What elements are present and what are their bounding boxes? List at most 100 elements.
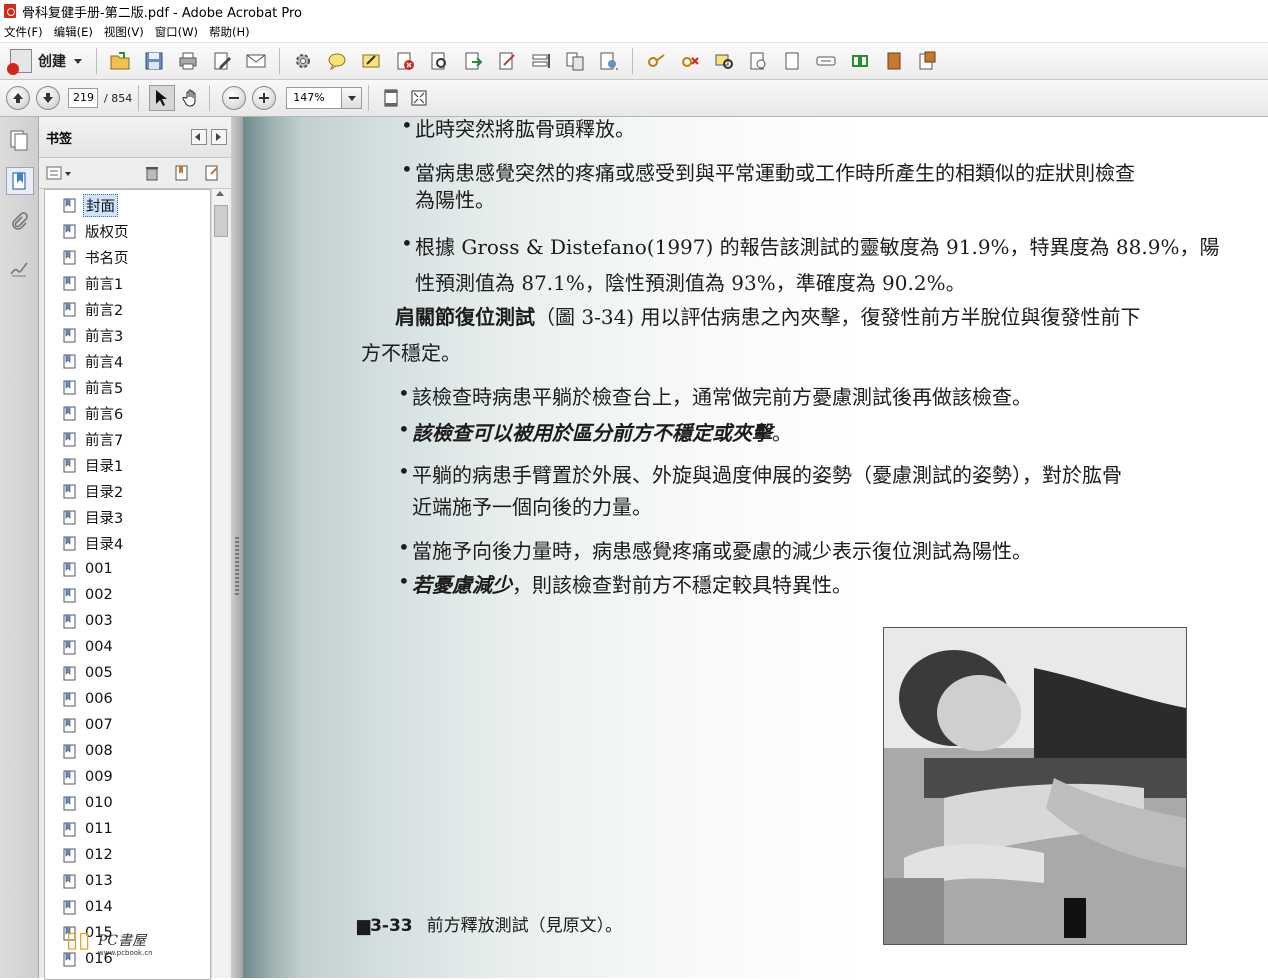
export-button[interactable] <box>459 47 487 75</box>
print-button[interactable] <box>174 47 202 75</box>
bookmark-item[interactable]: 007 <box>63 714 115 736</box>
zoom-input[interactable]: 147% <box>286 87 343 109</box>
bookmark-item[interactable]: 002 <box>63 584 115 606</box>
acrobat-app-icon <box>4 4 16 18</box>
attachments-button[interactable] <box>6 209 32 235</box>
previous-page-button[interactable] <box>6 86 30 110</box>
bookmark-item[interactable]: 前言7 <box>63 428 125 450</box>
settings-button[interactable] <box>289 47 317 75</box>
page-thumbnails-button[interactable] <box>6 127 32 153</box>
bookmark-item[interactable]: 书名页 <box>63 246 131 268</box>
comment-button[interactable] <box>323 47 351 75</box>
fields-button[interactable] <box>812 47 840 75</box>
panel-splitter[interactable] <box>231 117 243 978</box>
bookmark-label: 014 <box>85 899 113 915</box>
menu-file[interactable]: 文件(F) <box>0 24 50 40</box>
collapse-panel-button[interactable] <box>191 129 207 145</box>
figure-caption: ▆3-33 前方釋放測試（見原文）。 <box>357 911 622 936</box>
save-button[interactable] <box>140 47 168 75</box>
bookmark-item[interactable]: 前言1 <box>63 272 125 294</box>
navigation-rail <box>0 117 39 978</box>
redact-button[interactable] <box>710 47 738 75</box>
sign-button[interactable] <box>493 47 521 75</box>
page-number-input[interactable]: 219 <box>68 88 98 108</box>
bookmark-item[interactable]: 目录2 <box>63 480 125 502</box>
doc-line: 當病患感覺突然的疼痛或感受到與平常運動或工作時所產生的相類似的症狀則檢查 <box>401 157 1135 186</box>
delete-bookmark-button[interactable] <box>141 163 163 183</box>
document-view[interactable]: 此時突然將肱骨頭釋放。 當病患感覺突然的疼痛或感受到與平常運動或工作時所產生的相… <box>243 117 1268 978</box>
security-button[interactable] <box>642 47 670 75</box>
bookmark-icon <box>63 276 76 290</box>
bookmark-scrollbar[interactable] <box>211 189 229 978</box>
bookmark-item[interactable]: 前言5 <box>63 376 125 398</box>
splitter-grip[interactable] <box>235 537 239 597</box>
menu-window[interactable]: 窗口(W) <box>151 24 205 40</box>
bookmark-item[interactable]: 014 <box>63 896 115 918</box>
hand-icon <box>182 89 196 107</box>
bookmark-item[interactable]: 005 <box>63 662 115 684</box>
book-button[interactable] <box>880 47 908 75</box>
open-button[interactable] <box>106 47 134 75</box>
bookmark-item[interactable]: 008 <box>63 740 115 762</box>
select-tool-button[interactable] <box>149 85 176 111</box>
delete-pages-button[interactable] <box>391 47 419 75</box>
menu-view[interactable]: 视图(V) <box>100 24 151 40</box>
figure-caption-text: 前方釋放測試（見原文）。 <box>426 916 623 936</box>
organize-button[interactable] <box>914 47 942 75</box>
toolbar-divider <box>96 48 97 74</box>
combine-button[interactable] <box>561 47 589 75</box>
bookmark-item[interactable]: 前言2 <box>63 298 125 320</box>
bookmark-item[interactable]: 009 <box>63 766 115 788</box>
zoom-dropdown-button[interactable] <box>342 87 363 109</box>
gear-icon <box>296 54 310 68</box>
bookmark-item[interactable]: 目录3 <box>63 506 125 528</box>
zoom-out-button[interactable] <box>222 86 247 110</box>
document-properties-button[interactable] <box>744 47 772 75</box>
expand-panel-button[interactable] <box>211 129 227 145</box>
bookmark-item[interactable]: 011 <box>63 818 115 840</box>
bookmark-item[interactable]: 前言6 <box>63 402 125 424</box>
next-page-button[interactable] <box>36 86 60 110</box>
bookmark-item[interactable]: 版权页 <box>63 220 131 242</box>
highlight-button[interactable] <box>357 47 385 75</box>
bookmark-item[interactable]: 004 <box>63 636 115 658</box>
figure-photo <box>883 627 1187 945</box>
bookmark-item[interactable]: 010 <box>63 792 115 814</box>
scroll-up-arrow-icon[interactable] <box>216 191 224 196</box>
bookmark-label: 005 <box>85 665 113 681</box>
bookmark-item[interactable]: 013 <box>63 870 115 892</box>
bookmark-item[interactable]: 012 <box>63 844 115 866</box>
edit-document-button[interactable] <box>208 47 236 75</box>
bookmark-item[interactable]: 006 <box>63 688 115 710</box>
bookmark-item[interactable]: 目录4 <box>63 532 125 554</box>
email-button[interactable] <box>242 47 270 75</box>
bookmarks-button[interactable] <box>6 167 34 195</box>
bookmark-from-selection-button[interactable] <box>201 163 223 183</box>
new-bookmark-button[interactable] <box>171 163 193 183</box>
bookmark-item[interactable]: 前言3 <box>63 324 125 346</box>
page-options-button[interactable] <box>595 47 623 75</box>
signatures-button[interactable] <box>6 255 32 281</box>
find-button[interactable] <box>425 47 453 75</box>
bookmark-options-button[interactable] <box>45 164 73 182</box>
create-button[interactable]: 创建 <box>4 47 90 75</box>
hand-tool-button[interactable] <box>179 86 203 110</box>
search-page-icon <box>431 52 446 70</box>
bookmark-item[interactable]: 目录1 <box>63 454 125 476</box>
menu-help[interactable]: 帮助(H) <box>205 24 257 40</box>
scroll-thumb[interactable] <box>214 205 228 237</box>
bookmark-item[interactable]: 003 <box>63 610 115 632</box>
full-screen-button[interactable] <box>407 86 431 110</box>
bookmark-icon <box>63 328 76 342</box>
blank-page-button[interactable] <box>778 47 806 75</box>
bookmark-item[interactable]: 前言4 <box>63 350 125 372</box>
fit-page-button[interactable] <box>379 86 403 110</box>
form-button[interactable] <box>527 47 555 75</box>
bookmark-item[interactable]: 001 <box>63 558 115 580</box>
bookmark-label: 002 <box>85 587 113 603</box>
zoom-in-button[interactable] <box>252 86 277 110</box>
menu-edit[interactable]: 编辑(E) <box>50 24 100 40</box>
remove-security-button[interactable] <box>676 47 704 75</box>
action-wizard-button[interactable] <box>846 47 874 75</box>
bookmark-item[interactable]: 封面 <box>63 193 118 217</box>
